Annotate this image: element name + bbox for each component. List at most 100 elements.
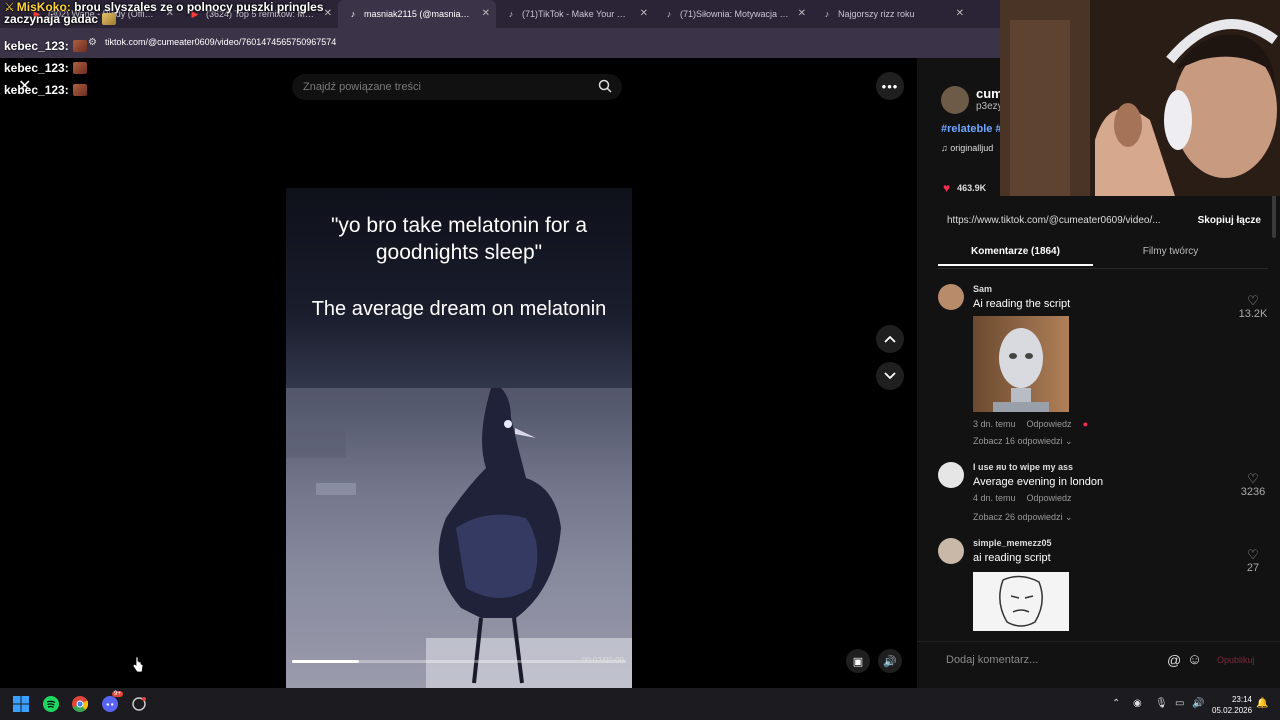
avatar[interactable] [938, 284, 964, 310]
browser-tab[interactable]: ♪ Najgorszy rizz roku ✕ [812, 0, 970, 28]
close-icon[interactable]: ✕ [324, 8, 332, 19]
add-comment-bar: Dodaj komentarz... @ ☺ Opublikuj [917, 641, 1280, 688]
comment-text: Ai reading the script [973, 298, 1071, 310]
avatar[interactable] [938, 538, 964, 564]
taskbar: 9+ ⌃ ◉ 🎙 ▭ 🔊 23:14 05.02.2026 🔔 [0, 688, 1280, 720]
search-input[interactable]: Znajdź powiązane treści [292, 74, 622, 100]
mention-icon[interactable]: @ [1167, 652, 1181, 668]
video-progress-fill [292, 660, 359, 663]
view-replies-button[interactable]: Zobacz 16 odpowiedzi ⌄ [973, 436, 1073, 447]
webcam-overlay [1000, 0, 1280, 196]
comment-like-button[interactable]: ♡ 3236 [1238, 471, 1268, 499]
volume-button[interactable]: 🔊 [878, 649, 902, 673]
comment-meta: 4 dn. temu Odpowiedz [973, 493, 1072, 503]
video-link: https://www.tiktok.com/@cumeater0609/vid… [941, 210, 1267, 230]
discord-tray-icon[interactable]: ◉ [1133, 698, 1142, 709]
comment-username[interactable]: I use ᴙᴜ to wipe my ass [973, 462, 1073, 472]
app-icon[interactable] [129, 694, 149, 714]
heart-icon: ♥ [943, 181, 951, 195]
creator-username[interactable]: cum [976, 86, 1003, 101]
windows-start-icon[interactable] [11, 694, 31, 714]
hashtags[interactable]: #relateble # [941, 123, 1002, 135]
reply-button[interactable]: Odpowiedz [1027, 419, 1072, 429]
comment-username[interactable]: Sam [973, 284, 992, 294]
chevron-down-icon [884, 372, 896, 380]
comment-like-button[interactable]: ♡ 13.2K [1238, 294, 1268, 321]
emote-icon [102, 13, 117, 25]
video-caption-top: "yo bro take melatonin for a goodnights … [330, 214, 588, 264]
chat-message-cont: zaczynaja gadac [4, 13, 324, 25]
tab-creator-videos[interactable]: Filmy twórcy [1093, 246, 1248, 257]
tiktok-icon: ♪ [666, 9, 672, 19]
reply-button[interactable]: Odpowiedz [1027, 493, 1072, 503]
spotify-icon[interactable] [41, 694, 61, 714]
emoji-icon[interactable]: ☺ [1187, 651, 1202, 668]
video-time: 00:02/00:09 [581, 656, 624, 665]
chevron-up-icon[interactable]: ⌃ [1112, 698, 1120, 709]
tiktok-icon: ♪ [508, 9, 514, 19]
browser-tab[interactable]: ♪ (71)TikTok - Make Your Day ✕ [496, 0, 654, 28]
wifi-icon[interactable]: ▭ [1175, 698, 1184, 709]
comment-item: I use ᴙᴜ to wipe my ass Average evening … [938, 462, 1268, 532]
previous-video-button[interactable] [876, 325, 904, 353]
comment-text: ai reading script [973, 552, 1051, 564]
site-info-icon[interactable]: ⚙ [88, 37, 97, 48]
more-options-button[interactable]: ••• [876, 72, 904, 100]
webcam-image [1000, 0, 1280, 196]
comment-username[interactable]: simple_memezz05 [973, 538, 1052, 548]
emote-icon [72, 84, 87, 96]
chat-message: kebec_123: [4, 39, 87, 53]
creator-nickname: p3ezy [976, 101, 1003, 112]
video-progress-bar[interactable] [292, 660, 626, 663]
heart-outline-icon: ♡ [1247, 547, 1259, 562]
copy-link-button[interactable]: Skopiuj łącze [1198, 215, 1261, 226]
emote-icon [72, 40, 87, 52]
chrome-icon[interactable] [70, 694, 90, 714]
browser-tab-active[interactable]: ♪ masniak2115 (@masniak2... ✕ [338, 0, 496, 28]
comment-like-count: 27 [1246, 562, 1260, 574]
chat-username: kebec_123: [4, 61, 69, 75]
microphone-icon[interactable]: 🎙 [1155, 698, 1168, 709]
close-icon[interactable]: ✕ [956, 8, 964, 19]
chat-message: kebec_123: [4, 83, 87, 97]
discord-icon[interactable]: 9+ [100, 691, 123, 714]
video-link-text: https://www.tiktok.com/@cumeater0609/vid… [947, 214, 1161, 226]
panel-tabs: Komentarze (1864) Filmy twórcy [938, 243, 1268, 269]
comment-like-button[interactable]: ♡ 27 [1238, 547, 1268, 575]
url-text[interactable]: tiktok.com/@cumeater0609/video/760147456… [105, 37, 336, 47]
notification-bell-icon[interactable]: 🔔 [1256, 698, 1268, 709]
address-bar[interactable]: ⚙ tiktok.com/@cumeater0609/video/7601474… [0, 28, 1000, 58]
comment-like-count: 13.2K [1238, 308, 1268, 320]
clock[interactable]: 23:14 05.02.2026 [1212, 694, 1252, 716]
like-count-value: 463.9K [957, 183, 987, 193]
mini-player-icon: ▣ [852, 655, 864, 668]
mini-player-button[interactable]: ▣ [846, 649, 870, 673]
sound-link[interactable]: ♫ originalljud [941, 143, 993, 153]
comment-image[interactable] [973, 316, 1069, 412]
close-icon[interactable]: ✕ [640, 8, 648, 19]
chat-message: kebec_123: [4, 61, 87, 75]
video-player[interactable]: "yo bro take melatonin for a goodnights … [286, 188, 632, 688]
heart-outline-icon: ♡ [1247, 471, 1259, 486]
comment-time: 3 dn. temu [973, 419, 1016, 429]
view-replies-button[interactable]: Zobacz 26 odpowiedzi ⌄ [973, 512, 1073, 523]
tiktok-icon: ♪ [350, 9, 356, 19]
add-comment-input[interactable]: Dodaj komentarz... [946, 654, 1038, 666]
close-icon[interactable]: ✕ [798, 8, 806, 19]
next-video-button[interactable] [876, 362, 904, 390]
chat-username: kebec_123: [4, 83, 69, 97]
like-count[interactable]: ♥ 463.9K [943, 181, 986, 195]
browser-tab[interactable]: ♪(71)Siłownia: Motywacja do Dz...✕ [654, 0, 812, 28]
comment-image[interactable] [973, 572, 1069, 631]
search-icon[interactable] [598, 79, 612, 93]
post-comment-button[interactable]: Opublikuj [1217, 655, 1255, 665]
close-icon[interactable]: ✕ [482, 8, 490, 19]
volume-icon[interactable]: 🔊 [1192, 698, 1204, 709]
video-viewer: ✕ Znajdź powiązane treści ••• "yo bro ta… [0, 58, 917, 688]
tab-comments[interactable]: Komentarze (1864) [938, 246, 1093, 266]
screen: ▶(302) Wane - Bledy (Official M...✕ ▶(36… [0, 0, 1280, 720]
creator-avatar[interactable] [941, 86, 969, 114]
avatar[interactable] [938, 462, 964, 488]
speaker-icon: 🔊 [883, 655, 897, 668]
comment-like-count: 3236 [1240, 486, 1266, 498]
